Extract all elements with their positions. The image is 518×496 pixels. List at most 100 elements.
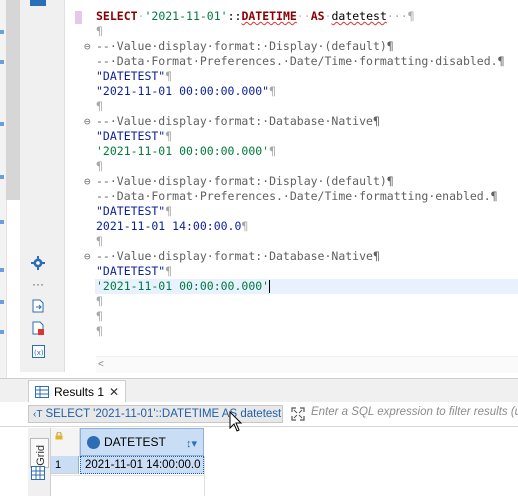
code-text: "DATETEST"¶ [96,264,172,279]
sql-keyword: SELECT [96,9,138,23]
code-line[interactable]: ⊖ --·Value·display·format:·Display·(defau… [66,39,518,54]
delete-icon[interactable] [30,320,46,336]
sql-comment: --·Value·display·format:·Database·Native… [96,249,380,263]
code-line[interactable]: "DATETEST"¶ [66,264,518,279]
grid-divider [51,475,205,476]
code-line[interactable]: ⊖ --·Value·display·format:·Database·Nativ… [66,114,518,129]
output-string: '2021-11-01 00:00:00.000' [96,279,270,293]
marker-icon [0,60,4,64]
code-text: --·Value·display·format:·Database·Native… [96,114,380,129]
grid-table-icon[interactable] [31,466,45,480]
code-text: ¶ [96,234,103,249]
code-text: ¶ [96,309,103,324]
svg-text:(x): (x) [34,349,44,357]
marker-icon [0,122,4,126]
grid-corner[interactable] [51,428,80,457]
pilcrow-mark: ¶ [269,144,277,158]
sql-editor[interactable]: SELECT·'2021-11-01'::DATETIME··AS·datete… [66,0,518,356]
sql-type: DATETIME [241,9,297,23]
more-dots-icon[interactable]: ··· [30,276,46,292]
pilcrow-mark: ¶ [269,84,277,98]
pilcrow-mark: ¶ [96,324,103,338]
scroll-left-icon[interactable]: < [98,359,104,370]
settings-gear-icon[interactable] [30,255,46,271]
table-cell[interactable]: 2021-11-01 14:00:00.0 [80,456,204,474]
code-text: --·Value·display·format:·Display·(defaul… [96,39,394,54]
pilcrow-mark: ¶ [96,234,103,248]
code-text: ¶ [96,294,103,309]
code-text: --·Data·Format·Preferences.·Date/Time·fo… [96,54,505,69]
sql-comment: --·Value·display·format:·Database·Native… [96,114,380,128]
code-line[interactable]: --·Data·Format·Preferences.·Date/Time·fo… [66,54,518,69]
pilcrow-mark: ¶ [96,294,103,308]
pilcrow-mark: ¶ [165,264,173,278]
fold-toggle-icon[interactable]: ⊖ [84,249,94,264]
query-label[interactable]: ‹T SELECT '2021-11-01'::DATETIME AS date… [28,405,283,423]
code-text: '2021-11-01 00:00:00.000' [96,279,271,294]
query-text: SELECT '2021-11-01'::DATETIME AS datetes… [45,408,282,420]
column-alias: datetest [331,9,387,23]
code-line[interactable]: ¶ [66,24,518,39]
code-line[interactable]: ⊖ --·Value·display·format:·Display·(defau… [66,174,518,189]
variables-icon[interactable]: (x) [30,343,46,359]
code-line[interactable]: '2021-11-01 00:00:00.000'¶ [66,144,518,159]
code-line[interactable]: '2021-11-01 00:00:00.000' [66,279,518,294]
column-header-label: DATETEST [104,435,166,449]
code-line[interactable]: ¶ [66,234,518,249]
code-line[interactable]: ¶ [66,99,518,114]
code-text: --·Value·display·format:·Display·(defaul… [96,174,394,189]
code-line[interactable]: "DATETEST"¶ [66,204,518,219]
fold-toggle-icon[interactable]: ⊖ [84,39,94,54]
fold-toggle-icon[interactable]: ⊖ [84,114,94,129]
grid-divider [204,456,205,496]
filter-input[interactable]: Enter a SQL expression to filter results… [311,406,518,422]
code-line[interactable]: ¶ [66,324,518,339]
pilcrow-mark: ¶ [96,159,103,173]
results-tab[interactable]: Results 1 ✕ [28,380,127,402]
string-literal: '2021-11-01' [144,9,228,23]
row-number[interactable]: 1 [51,456,79,474]
grid-view-switcher: Grid [28,428,51,496]
code-line[interactable]: "DATETEST"¶ [66,69,518,84]
text-caret [269,280,271,293]
whitespace-mark: ·· [296,9,311,23]
code-line[interactable]: ¶ [66,309,518,324]
query-text-icon: ‹T [33,408,43,420]
navigator-scrollbar[interactable] [6,0,20,200]
sort-icon[interactable]: ↕▾ [186,437,197,450]
marker-icon [0,220,4,224]
marker-icon [0,330,4,334]
output-text: "2021-11-01 00:00:00.000" [96,84,270,98]
code-line[interactable]: ¶ [66,159,518,174]
code-line[interactable]: "DATETEST"¶ [66,129,518,144]
code-line[interactable]: --·Data·Format·Preferences.·Date/Time·fo… [66,189,518,204]
output-text: "DATETEST" [96,264,166,278]
lock-icon [55,432,63,440]
grid-tab[interactable]: Grid [30,438,49,468]
grid-label: Grid [35,445,47,466]
code-line[interactable]: SELECT·'2021-11-01'::DATETIME··AS·datete… [66,9,518,24]
editor-horizontal-scrollbar[interactable]: < [96,356,518,373]
export-icon[interactable] [30,298,46,314]
sql-comment: --·Value·display·format:·Display·(defaul… [96,174,394,188]
filter-expand-icon[interactable] [291,407,305,421]
code-text: ¶ [96,99,103,114]
code-line[interactable]: ¶ [66,294,518,309]
close-icon[interactable]: ✕ [109,385,119,399]
toolbar-icon[interactable] [30,0,46,6]
results-tab-bar: Results 1 ✕ [0,378,518,403]
column-header-datetest[interactable]: DATETEST ↕▾ [80,428,204,456]
code-text: "DATETEST"¶ [96,204,172,219]
code-line[interactable]: 2021-11-01 14:00:00.0¶ [66,219,518,234]
code-text: --·Data·Format·Preferences.·Date/Time·fo… [96,189,498,204]
editor-side-toolbar: ··· (x) [20,0,65,372]
pilcrow-mark: ¶ [96,309,103,323]
sql-comment: --·Data·Format·Preferences.·Date/Time·fo… [96,189,498,203]
fold-toggle-icon[interactable]: ⊖ [84,174,94,189]
pilcrow-mark: ¶ [96,24,103,38]
code-line[interactable]: ⊖ --·Value·display·format:·Database·Nativ… [66,249,518,264]
code-line[interactable]: "2021-11-01 00:00:00.000"¶ [66,84,518,99]
results-grid[interactable]: DATETEST ↕▾ 1 2021-11-01 14:00:00.0 [51,428,518,496]
pilcrow-mark: ¶ [96,99,103,113]
pilcrow-mark: ¶ [165,129,173,143]
